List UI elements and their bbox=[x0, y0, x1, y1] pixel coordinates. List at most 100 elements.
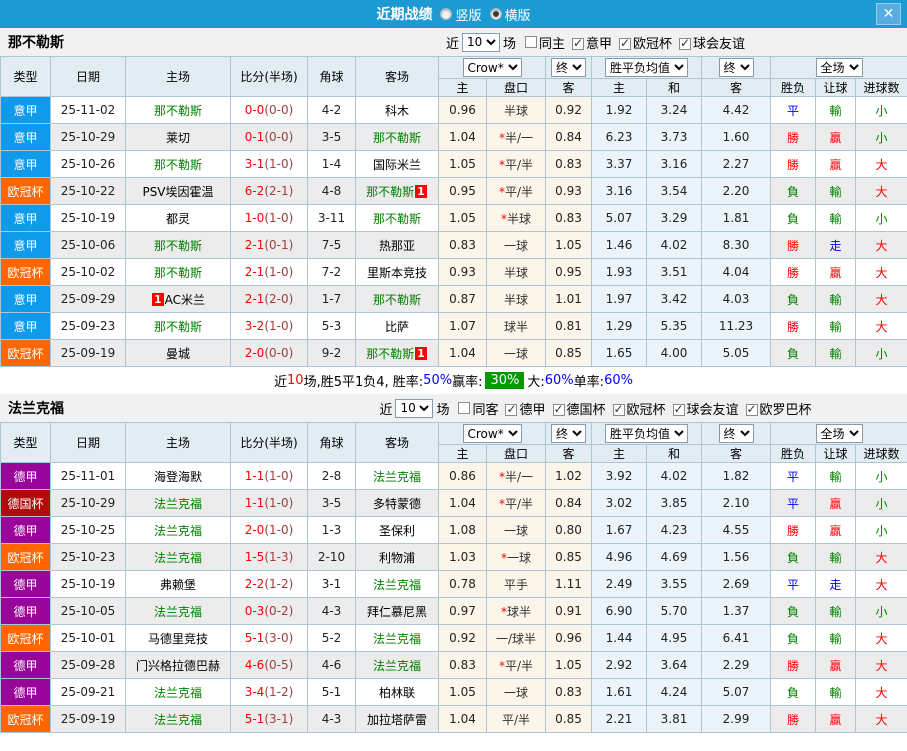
full-time-score: 1-1 bbox=[244, 469, 265, 483]
result-handicap-cell: 輸 bbox=[815, 339, 856, 367]
match-count-select[interactable]: 10 bbox=[395, 398, 434, 418]
avg-away-cell: 2.20 bbox=[701, 177, 771, 205]
match-date: 25-10-26 bbox=[50, 150, 126, 178]
avg-draw-cell: 4.02 bbox=[646, 462, 702, 490]
scope-select[interactable]: 全场 bbox=[815, 424, 863, 443]
league-checkbox[interactable] bbox=[572, 36, 584, 50]
away-team-cell: 那不勒斯 1 bbox=[355, 177, 439, 205]
team-name: 多特蒙德 bbox=[372, 496, 421, 511]
avg-away-cell: 4.55 bbox=[701, 516, 771, 544]
result-wl-cell: 勝 bbox=[770, 150, 816, 178]
avg-draw-cell: 5.35 bbox=[646, 312, 702, 340]
match-date: 25-11-02 bbox=[50, 96, 126, 124]
score-cell: 5-1(3-1) bbox=[230, 705, 308, 733]
avg-final-select[interactable]: 终 bbox=[718, 58, 754, 77]
odds-handicap-cell: *平/半 bbox=[486, 177, 546, 205]
avg-draw-cell: 3.54 bbox=[646, 177, 702, 205]
full-time-score: 1-1 bbox=[244, 496, 265, 510]
result-goals-cell: 小 bbox=[855, 339, 907, 367]
odds-final-select[interactable]: 终 bbox=[551, 424, 586, 443]
result-goals-cell: 小 bbox=[855, 204, 907, 232]
avg-draw-cell: 3.24 bbox=[646, 96, 702, 124]
horizontal-layout-radio[interactable] bbox=[489, 8, 502, 20]
result-goals-cell: 大 bbox=[855, 258, 907, 286]
match-date: 25-09-19 bbox=[50, 705, 126, 733]
same-away-checkbox[interactable] bbox=[458, 402, 471, 414]
full-time-score: 2-0 bbox=[244, 346, 265, 360]
team-name: 马德里竞技 bbox=[147, 631, 208, 646]
match-count-select[interactable]: 10 bbox=[461, 32, 500, 52]
scope-select[interactable]: 全场 bbox=[815, 58, 863, 77]
half-time-score: (1-0) bbox=[264, 469, 294, 483]
match-row: 意甲 25-10-06 那不勒斯 2-1(0-1) 7-5 热那亚 0.83 一球 1.05 1.… bbox=[0, 231, 907, 259]
league-checkbox[interactable] bbox=[612, 402, 625, 416]
score-cell: 1-1(1-0) bbox=[230, 489, 308, 517]
match-date: 25-10-23 bbox=[50, 543, 126, 571]
avg-draw-cell: 3.64 bbox=[646, 651, 702, 679]
avg-away-cell: 1.37 bbox=[701, 597, 771, 625]
avg-home-cell: 4.96 bbox=[591, 543, 647, 571]
matches-label: 场 bbox=[502, 36, 516, 52]
match-row: 欧冠杯 25-10-02 那不勒斯 2-1(1-0) 7-2 里斯本竞技 0.93 半球 0.9… bbox=[0, 258, 907, 286]
league-checkbox[interactable] bbox=[679, 36, 692, 50]
league-checkbox[interactable] bbox=[552, 402, 565, 416]
match-date: 25-10-29 bbox=[50, 123, 126, 151]
odds-company-select[interactable]: Crow* bbox=[462, 58, 522, 77]
col-odds-handicap: 盘口 bbox=[486, 444, 546, 463]
odds-handicap-cell: 一球 bbox=[486, 516, 546, 544]
odds-company-select[interactable]: Crow* bbox=[462, 424, 522, 443]
odds-home-cell: 1.04 bbox=[438, 339, 487, 367]
changed-handicap-star: * bbox=[498, 157, 505, 172]
col-odds-away: 客 bbox=[545, 78, 592, 97]
match-date: 25-09-29 bbox=[50, 285, 126, 313]
full-time-score: 2-1 bbox=[244, 238, 265, 252]
team-name: 那不勒斯 bbox=[153, 265, 202, 280]
odds-handicap-cell: 半球 bbox=[486, 285, 546, 313]
league-checkbox[interactable] bbox=[745, 402, 758, 416]
avg-draw-cell: 3.29 bbox=[646, 204, 702, 232]
home-team-cell: 门兴格拉德巴赫 bbox=[125, 651, 231, 679]
full-time-score: 0-1 bbox=[244, 130, 265, 144]
odds-final-select[interactable]: 终 bbox=[551, 58, 586, 77]
home-team-cell: 弗赖堡 bbox=[125, 570, 231, 598]
team-name: 那不勒斯 bbox=[153, 157, 202, 172]
avg-home-cell: 1.29 bbox=[591, 312, 647, 340]
vertical-layout-radio[interactable] bbox=[440, 8, 453, 20]
odds-home-cell: 0.86 bbox=[438, 462, 487, 490]
summary-part: 赢率: bbox=[452, 375, 483, 390]
away-team-cell: 国际米兰 bbox=[355, 150, 439, 178]
result-handicap-cell: 走 bbox=[815, 231, 856, 259]
team-name: 法兰克福 bbox=[372, 658, 421, 673]
match-date: 25-10-19 bbox=[50, 570, 126, 598]
full-time-score: 1-0 bbox=[244, 211, 265, 225]
odds-away-cell: 1.05 bbox=[545, 651, 592, 679]
avg-final-select[interactable]: 终 bbox=[718, 424, 754, 443]
close-icon[interactable]: ✕ bbox=[876, 3, 901, 25]
league-label: 球会友谊 bbox=[693, 36, 746, 52]
match-type-badge: 意甲 bbox=[0, 231, 51, 259]
odds-home-cell: 0.83 bbox=[438, 651, 487, 679]
full-time-score: 5-1 bbox=[244, 631, 265, 645]
summary-part: 场,胜5平1负4, 胜率: bbox=[303, 375, 424, 390]
col-date: 日期 bbox=[50, 56, 126, 97]
avg-away-cell: 5.07 bbox=[701, 678, 771, 706]
avg-odds-select[interactable]: 胜平负均值 bbox=[605, 58, 688, 77]
avg-odds-select[interactable]: 胜平负均值 bbox=[605, 424, 688, 443]
league-checkbox[interactable] bbox=[672, 402, 685, 416]
same-home-checkbox[interactable] bbox=[524, 36, 537, 48]
summary-part: 60% bbox=[604, 373, 633, 388]
half-time-score: (3-1) bbox=[264, 712, 294, 726]
half-time-score: (1-0) bbox=[264, 319, 294, 333]
odds-away-cell: 1.02 bbox=[545, 462, 592, 490]
odds-handicap-cell: 球半 bbox=[486, 312, 546, 340]
layout-option-horizontal: 横版 bbox=[489, 5, 531, 24]
match-date: 25-10-22 bbox=[50, 177, 126, 205]
match-row: 德甲 25-10-05 法兰克福 0-3(0-2) 4-3 拜仁慕尼黑 0.97 *球半 0.9… bbox=[0, 597, 907, 625]
odds-home-cell: 1.05 bbox=[438, 150, 487, 178]
result-handicap-cell: 贏 bbox=[815, 651, 856, 679]
avg-away-cell: 5.05 bbox=[701, 339, 771, 367]
team-name: 那不勒斯 bbox=[153, 103, 202, 118]
avg-away-cell: 8.30 bbox=[701, 231, 771, 259]
league-checkbox[interactable] bbox=[505, 402, 518, 416]
league-checkbox[interactable] bbox=[619, 36, 632, 50]
